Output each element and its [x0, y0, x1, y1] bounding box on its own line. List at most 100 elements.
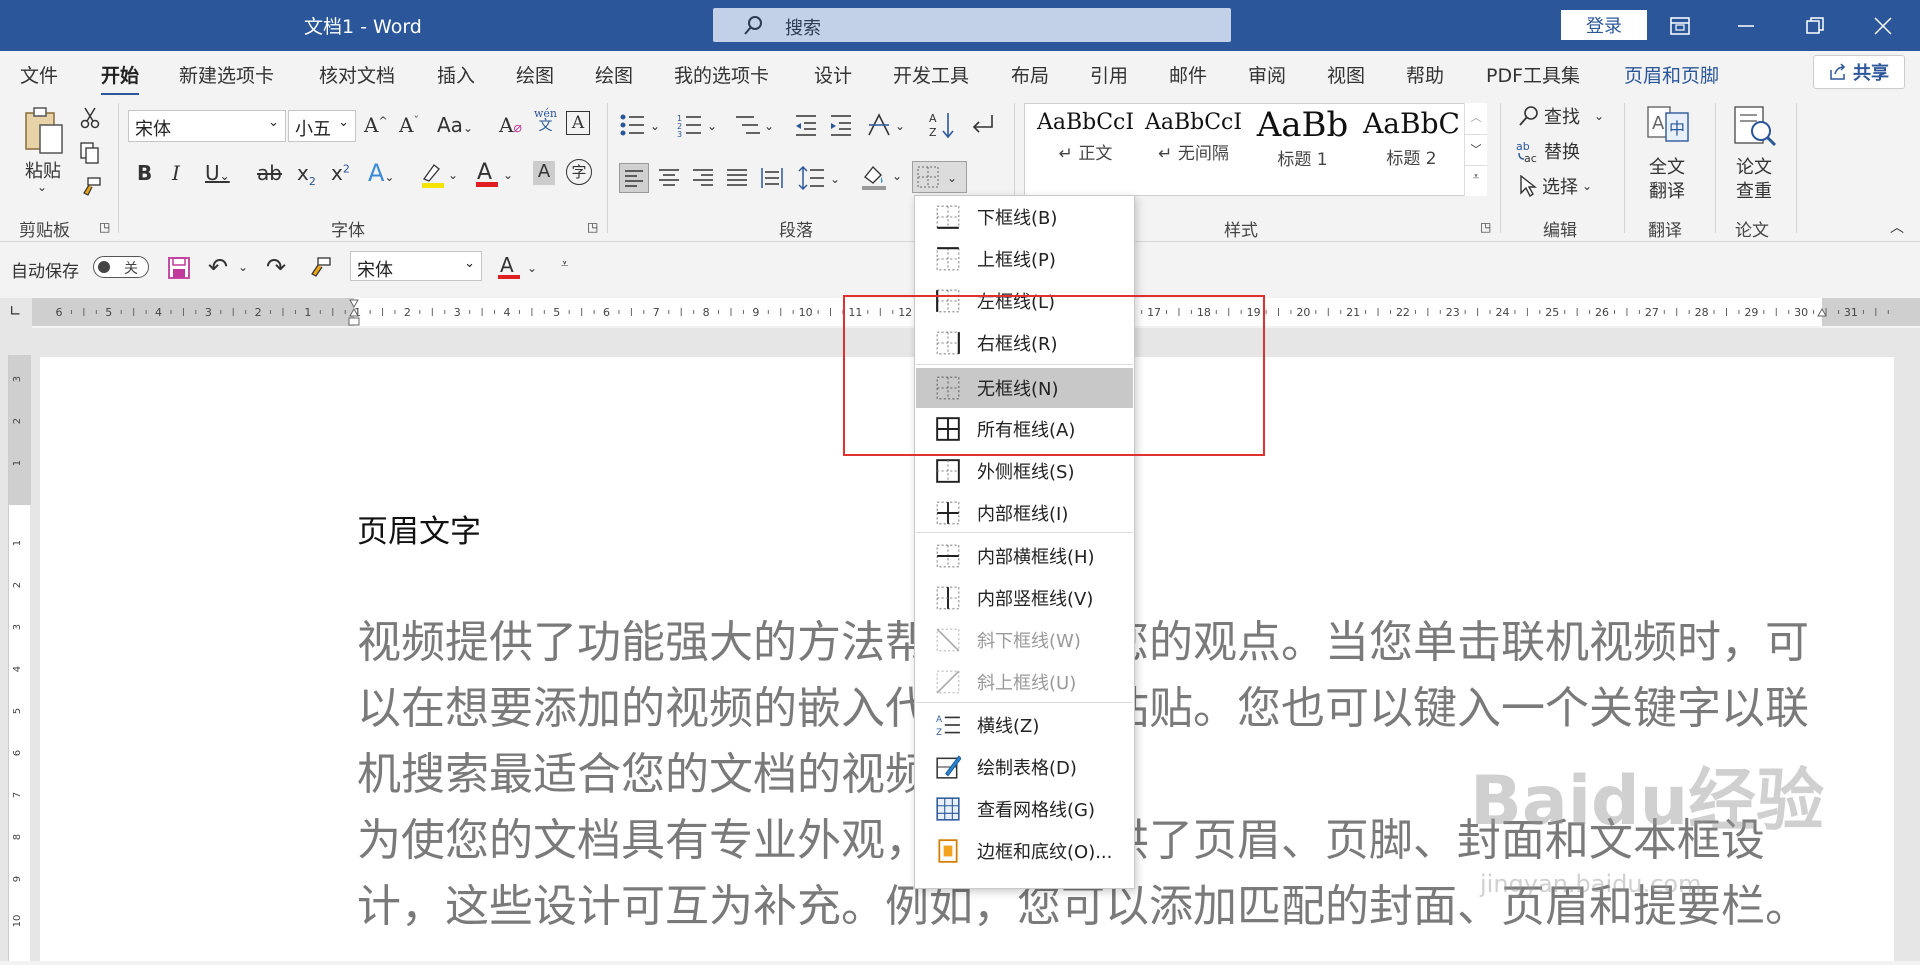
clipboard-launcher-icon[interactable]: ◳ [99, 220, 110, 234]
tab-header-footer[interactable]: 页眉和页脚 [1624, 61, 1719, 88]
scroll-up-icon[interactable]: ︿ [1465, 103, 1487, 134]
font-size-combo[interactable]: 小五 ⌄ [288, 110, 356, 142]
border-menu-item[interactable]: 左框线(L) [916, 281, 1133, 321]
undo-icon[interactable]: ↶ [208, 253, 228, 281]
border-menu-item[interactable]: 绘制表格(D) [916, 747, 1133, 787]
undo-dropdown-icon[interactable]: ⌄ [238, 260, 248, 274]
bullets-icon[interactable]: ⌄ [620, 113, 664, 141]
style-no-spacing[interactable]: AaBbCcI ↵ 无间隔 [1141, 110, 1246, 164]
select-button[interactable]: 选择 ⌄ [1518, 173, 1592, 199]
tab-references[interactable]: 引用 [1090, 61, 1128, 88]
tab-developer[interactable]: 开发工具 [893, 61, 969, 88]
tab-my-tab[interactable]: 我的选项卡 [674, 61, 769, 88]
superscript-icon[interactable]: x2 [331, 161, 350, 185]
border-menu-item[interactable]: 内部竖框线(V) [916, 578, 1133, 618]
paste-dropdown-icon[interactable]: ⌄ [37, 180, 47, 194]
enclose-characters-icon[interactable]: 字 [566, 159, 592, 185]
tab-review[interactable]: 审阅 [1248, 61, 1286, 88]
replace-button[interactable]: ab ac 替换 [1516, 138, 1580, 164]
tab-layout[interactable]: 布局 [1011, 61, 1049, 88]
align-center-icon[interactable] [658, 167, 680, 193]
tab-draw[interactable]: 绘图 [516, 61, 554, 88]
font-launcher-icon[interactable]: ◳ [587, 220, 598, 234]
minimize-icon[interactable] [1717, 0, 1777, 51]
close-icon[interactable] [1853, 0, 1913, 51]
phonetic-guide-icon[interactable]: wén 文 [534, 108, 557, 134]
shrink-font-icon[interactable]: Aˇ [399, 113, 419, 137]
copy-icon[interactable] [80, 142, 100, 168]
border-menu-item[interactable]: 右框线(R) [916, 323, 1133, 363]
shading-icon[interactable]: ⌄ [861, 163, 905, 195]
style-normal[interactable]: AaBbCcI ↵ 正文 [1033, 110, 1138, 164]
header-text[interactable]: 页眉文字 [357, 506, 481, 551]
restore-icon[interactable] [1785, 0, 1845, 51]
grow-font-icon[interactable]: A^ [364, 113, 388, 137]
redo-icon[interactable]: ↷ [266, 253, 286, 281]
line-spacing-icon[interactable]: ⌄ [798, 165, 842, 195]
character-shading-icon[interactable]: A [533, 161, 555, 185]
translate-icon[interactable]: A中 [1646, 105, 1692, 149]
cut-icon[interactable] [80, 107, 100, 133]
italic-icon[interactable]: I [172, 161, 180, 185]
increase-indent-icon[interactable] [829, 113, 853, 141]
plagiarism-check-icon[interactable] [1733, 105, 1779, 153]
sort-icon[interactable]: AZ [929, 111, 955, 143]
qat-font-color-icon[interactable]: A ⌄ [497, 253, 543, 287]
highlight-color-icon[interactable]: ⌄ [420, 161, 460, 193]
styles-launcher-icon[interactable]: ◳ [1480, 220, 1491, 234]
border-menu-item[interactable]: 内部横框线(H) [916, 536, 1133, 576]
distributed-icon[interactable] [760, 167, 784, 193]
chinese-layout-icon[interactable]: ⌄ [867, 113, 911, 141]
tab-insert[interactable]: 插入 [437, 61, 475, 88]
show-paragraph-marks-icon[interactable] [970, 113, 996, 141]
tab-selector-icon[interactable]: ∟ [0, 298, 32, 328]
border-menu-item[interactable]: 所有框线(A) [916, 409, 1133, 449]
styles-gallery-scroll[interactable]: ︿ ﹀ ⩡ [1464, 103, 1487, 196]
scroll-down-icon[interactable]: ﹀ [1465, 134, 1487, 165]
ribbon-display-options-icon[interactable] [1650, 0, 1710, 51]
customize-qat-icon[interactable]: ⩡ [561, 257, 568, 272]
clear-formatting-icon[interactable]: A⌀ [499, 113, 522, 137]
tab-file[interactable]: 文件 [20, 61, 58, 88]
border-menu-item[interactable]: 无框线(N) [916, 368, 1133, 408]
find-button[interactable]: 查找 ⌄ [1518, 103, 1604, 129]
border-menu-item[interactable]: 下框线(B) [916, 197, 1133, 237]
text-effects-icon[interactable]: A⌄ [368, 159, 394, 187]
save-icon[interactable] [167, 256, 191, 284]
underline-icon[interactable]: U⌄ [205, 161, 230, 185]
login-button[interactable]: 登录 [1561, 10, 1647, 40]
subscript-icon[interactable]: x2 [297, 161, 316, 188]
style-heading-1[interactable]: AaBb 标题 1 [1250, 105, 1355, 170]
tab-draw-2[interactable]: 绘图 [595, 61, 633, 88]
numbering-icon[interactable]: 1 2 3 ⌄ [677, 113, 721, 141]
qat-font-combo[interactable]: 宋体 ⌄ [350, 251, 482, 281]
tab-proofread[interactable]: 核对文档 [319, 61, 395, 88]
decrease-indent-icon[interactable] [794, 113, 818, 141]
font-name-combo[interactable]: 宋体 ⌄ [128, 110, 286, 142]
border-menu-item[interactable]: 边框和底纹(O)... [916, 831, 1133, 871]
tab-mailings[interactable]: 邮件 [1169, 61, 1207, 88]
align-right-icon[interactable] [692, 167, 714, 193]
format-painter-icon[interactable] [80, 177, 102, 203]
tab-design[interactable]: 设计 [814, 61, 852, 88]
border-menu-item[interactable]: 外侧框线(S) [916, 451, 1133, 491]
style-heading-2[interactable]: AaBbC 标题 2 [1359, 107, 1464, 169]
paste-icon[interactable] [22, 105, 66, 159]
search-box[interactable]: 搜索 [713, 8, 1231, 42]
borders-button[interactable]: ⌄ [912, 161, 967, 193]
gallery-more-icon[interactable]: ⩡ [1465, 165, 1487, 194]
bold-icon[interactable]: B [137, 161, 152, 185]
justify-icon[interactable] [726, 167, 748, 193]
border-menu-item[interactable]: A Z 横线(Z) [916, 705, 1133, 745]
change-case-icon[interactable]: Aa⌄ [437, 113, 473, 137]
tab-new-tab[interactable]: 新建选项卡 [179, 61, 274, 88]
border-menu-item[interactable]: 内部框线(I) [916, 493, 1133, 533]
tab-pdf-tools[interactable]: PDF工具集 [1486, 61, 1580, 88]
share-button[interactable]: 共享 [1813, 55, 1905, 89]
format-painter-icon[interactable] [308, 256, 332, 284]
tab-home[interactable]: 开始 [101, 61, 140, 96]
tab-view[interactable]: 视图 [1327, 61, 1365, 88]
vertical-ruler[interactable]: 3 2 1 1 2 3 4 5 6 7 8 9 10 [8, 355, 31, 961]
font-color-icon[interactable]: A ⌄ [475, 159, 515, 193]
autosave-toggle[interactable]: 关 [93, 256, 149, 278]
